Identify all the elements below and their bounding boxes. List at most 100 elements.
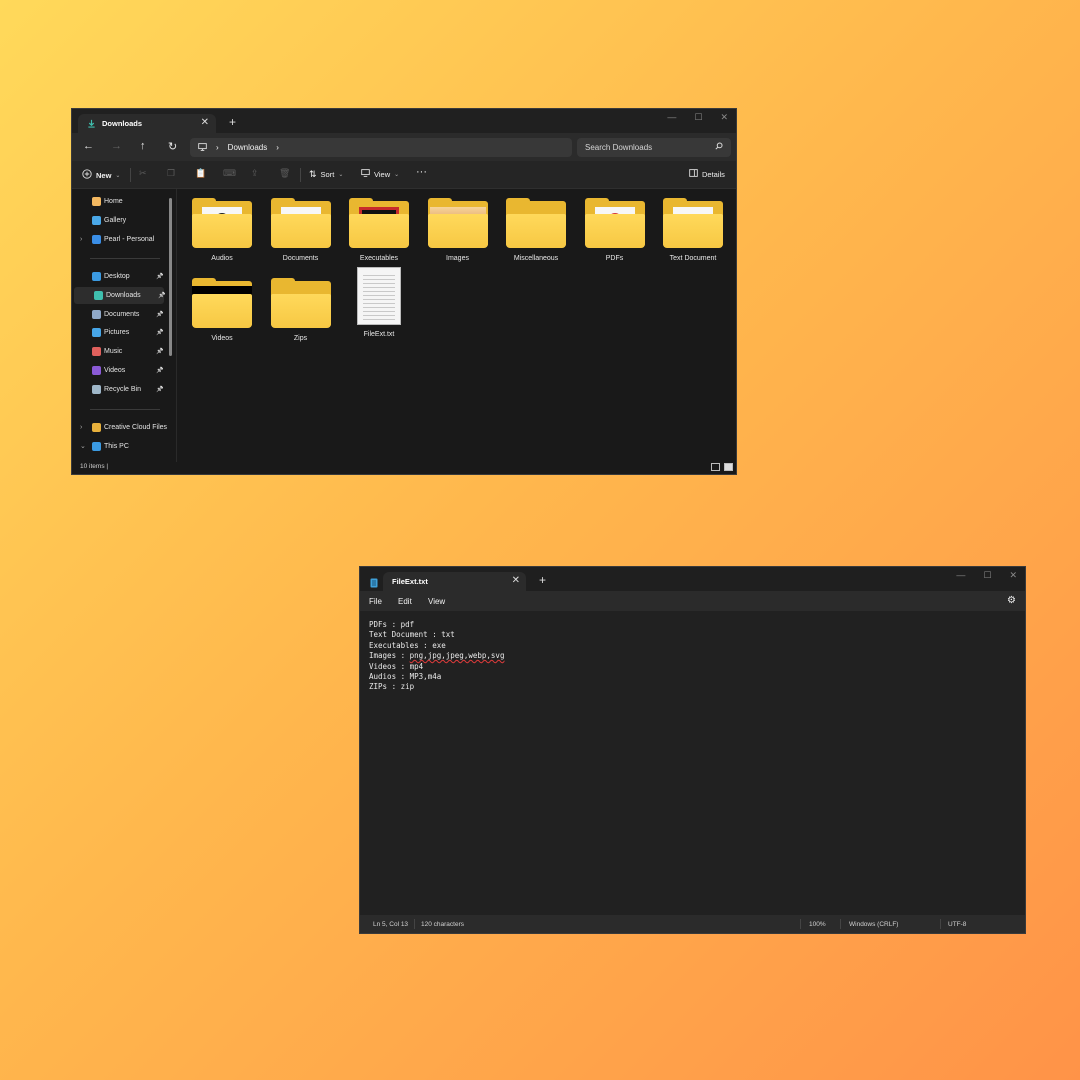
close-window-button[interactable]: ✕ bbox=[1009, 570, 1017, 581]
grid-item-pdfs[interactable]: PDFs bbox=[579, 198, 651, 262]
grid-item-label: Zips bbox=[293, 335, 308, 342]
folder-icon bbox=[270, 198, 331, 249]
expand-chevron-icon[interactable]: › bbox=[80, 424, 82, 431]
grid-item-documents[interactable]: Documents bbox=[265, 198, 337, 262]
character-count: 120 characters bbox=[421, 921, 464, 928]
music-icon bbox=[92, 347, 101, 357]
explorer-tab-label: Downloads bbox=[102, 119, 143, 128]
up-button[interactable]: ↑ bbox=[140, 140, 146, 152]
expand-chevron-icon[interactable]: › bbox=[80, 236, 82, 243]
text-file-icon bbox=[357, 267, 401, 325]
forward-button[interactable]: → bbox=[111, 140, 122, 152]
pin-icon: 📌 bbox=[156, 368, 164, 374]
grid-item-fileext-txt[interactable]: FileExt.txt bbox=[343, 267, 415, 338]
file-explorer-window: Downloads ✕ + — ☐ ✕ ← → ↑ ↻ › Downloads … bbox=[71, 108, 737, 475]
encoding[interactable]: UTF-8 bbox=[948, 921, 966, 928]
refresh-button[interactable]: ↻ bbox=[168, 140, 177, 153]
sort-icon: ⇅ bbox=[309, 169, 317, 179]
delete-icon[interactable]: 🗑 bbox=[279, 168, 290, 179]
sidebar-item-downloads[interactable]: Downloads 📌 bbox=[74, 286, 166, 304]
zoom-level[interactable]: 100% bbox=[809, 921, 826, 928]
grid-item-zips[interactable]: Zips bbox=[265, 278, 337, 342]
sidebar-item-pearl-personal[interactable]: › Pearl - Personal bbox=[72, 231, 164, 248]
rename-icon[interactable]: ⌨ bbox=[223, 168, 236, 179]
minimize-button[interactable]: — bbox=[956, 570, 965, 581]
paste-icon[interactable]: 📋 bbox=[195, 168, 206, 179]
details-pane-icon bbox=[689, 169, 698, 179]
text-line: Videos : mp4 bbox=[369, 661, 424, 671]
details-view-toggle[interactable] bbox=[711, 463, 720, 471]
grid-item-label: Images bbox=[446, 255, 469, 262]
sidebar-item-music[interactable]: Music 📌 bbox=[72, 343, 164, 360]
sidebar-item-recycle-bin[interactable]: Recycle Bin 📌 bbox=[72, 381, 164, 398]
expand-chevron-icon[interactable]: ⌄ bbox=[80, 442, 86, 450]
creative-cloud-icon bbox=[92, 423, 101, 432]
menu-edit[interactable]: Edit bbox=[398, 597, 412, 606]
view-button[interactable]: View ⌄ bbox=[361, 169, 399, 179]
address-bar[interactable]: › Downloads › bbox=[190, 138, 572, 157]
maximize-button[interactable]: ☐ bbox=[694, 112, 702, 123]
sidebar-item-videos[interactable]: Videos 📌 bbox=[72, 362, 164, 379]
pin-icon: 📌 bbox=[158, 292, 166, 299]
sidebar-item-home[interactable]: Home bbox=[72, 193, 164, 210]
folder-icon bbox=[427, 198, 488, 249]
download-arrow-icon bbox=[86, 119, 96, 128]
maximize-button[interactable]: ☐ bbox=[983, 570, 991, 581]
grid-item-miscellaneous[interactable]: Miscellaneous bbox=[500, 198, 572, 262]
menu-bar: File Edit View ⚙ bbox=[360, 591, 1025, 611]
notepad-window: FileExt.txt ✕ + — ☐ ✕ File Edit View ⚙ P… bbox=[359, 566, 1026, 934]
cursor-position: Ln 5, Col 13 bbox=[373, 921, 409, 928]
new-button[interactable]: New ⌄ bbox=[82, 169, 120, 181]
grid-item-videos[interactable]: Videos bbox=[186, 278, 258, 342]
sidebar-item-documents[interactable]: Documents 📌 bbox=[72, 306, 164, 323]
close-tab-icon[interactable]: ✕ bbox=[201, 117, 209, 128]
sidebar-item-label: Documents bbox=[104, 310, 140, 318]
grid-item-images[interactable]: Images bbox=[422, 198, 494, 262]
more-options-button[interactable]: ··· bbox=[416, 166, 427, 178]
sidebar-item-creative-cloud-files[interactable]: › Creative Cloud Files bbox=[72, 419, 167, 436]
breadcrumb-downloads[interactable]: Downloads bbox=[228, 143, 268, 152]
navigation-pane: Home Gallery › Pearl - Personal Desktop 📌 Dow… bbox=[72, 189, 176, 462]
large-icons-view-toggle[interactable] bbox=[724, 463, 733, 471]
cut-icon[interactable]: ✂ bbox=[139, 168, 147, 179]
details-button[interactable]: Details bbox=[689, 169, 725, 179]
sidebar-scrollbar[interactable] bbox=[169, 198, 172, 356]
breadcrumb-chevron[interactable]: › bbox=[276, 143, 279, 152]
sidebar-item-pictures[interactable]: Pictures 📌 bbox=[72, 324, 164, 341]
grid-item-audios[interactable]: Audios bbox=[186, 198, 258, 262]
back-button[interactable]: ← bbox=[83, 140, 94, 152]
new-tab-button[interactable]: + bbox=[539, 573, 546, 587]
grid-item-executables[interactable]: Executables bbox=[343, 198, 415, 262]
menu-file[interactable]: File bbox=[369, 597, 382, 606]
copy-icon[interactable]: ❐ bbox=[167, 168, 175, 179]
videos-icon bbox=[92, 366, 101, 375]
sort-button[interactable]: ⇅ Sort ⌄ bbox=[309, 169, 343, 180]
close-window-button[interactable]: ✕ bbox=[720, 112, 728, 123]
settings-gear-icon[interactable]: ⚙ bbox=[1007, 595, 1016, 606]
gallery-icon bbox=[92, 215, 101, 225]
sort-label: Sort bbox=[320, 170, 335, 179]
search-box[interactable]: Search Downloads bbox=[577, 138, 731, 157]
minimize-button[interactable]: — bbox=[667, 112, 676, 123]
search-input[interactable]: Search Downloads bbox=[585, 143, 652, 152]
text-editor[interactable]: PDFs : pdf Text Document : txt Executables… bbox=[369, 620, 504, 693]
notepad-tab-fileext[interactable]: FileExt.txt ✕ bbox=[383, 572, 526, 591]
sidebar-item-desktop[interactable]: Desktop 📌 bbox=[72, 268, 164, 285]
text-line: Audios : MP3,m4a bbox=[369, 672, 442, 682]
menu-view[interactable]: View bbox=[428, 597, 445, 606]
sidebar-item-gallery[interactable]: Gallery bbox=[72, 212, 164, 229]
explorer-tab-downloads[interactable]: Downloads ✕ bbox=[78, 114, 216, 133]
share-icon[interactable]: ⇪ bbox=[251, 168, 259, 179]
sidebar-item-this-pc[interactable]: ⌄ This PC bbox=[72, 438, 164, 455]
line-ending[interactable]: Windows (CRLF) bbox=[849, 921, 898, 928]
grid-item-label: FileExt.txt bbox=[363, 331, 395, 338]
window-controls: — ☐ ✕ bbox=[956, 570, 1017, 581]
folder-icon bbox=[663, 198, 723, 249]
search-icon bbox=[715, 142, 723, 152]
desktop-icon bbox=[92, 272, 101, 281]
recycle-bin-icon bbox=[92, 384, 101, 394]
close-tab-icon[interactable]: ✕ bbox=[512, 575, 520, 586]
new-tab-button[interactable]: + bbox=[229, 115, 236, 129]
chevron-down-icon: ⌄ bbox=[394, 171, 400, 178]
grid-item-text-document[interactable]: Text Document bbox=[657, 198, 729, 262]
